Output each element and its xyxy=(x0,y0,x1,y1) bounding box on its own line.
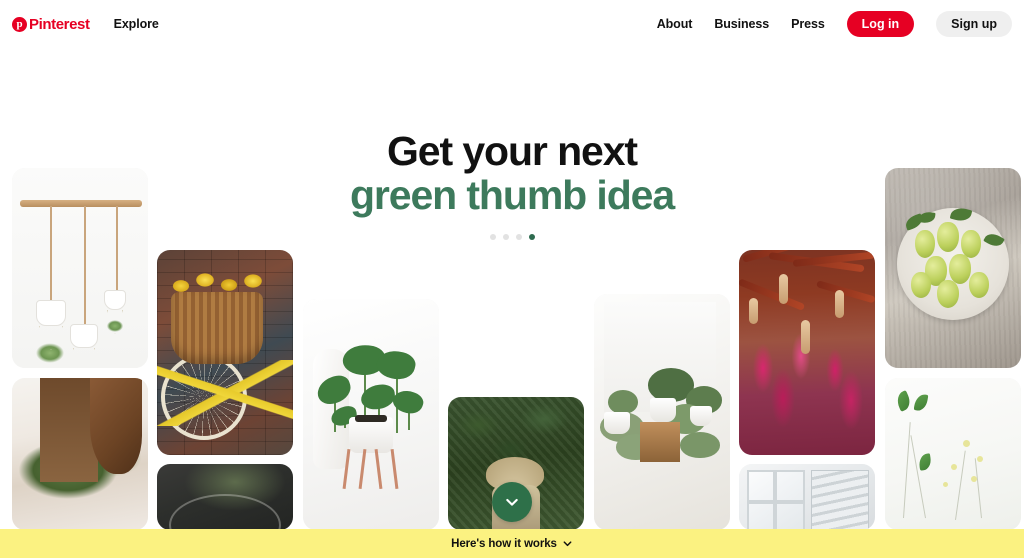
pin-image xyxy=(157,250,293,455)
primary-nav: Explore xyxy=(114,15,159,33)
monstera-plant-stand-pin[interactable] xyxy=(303,299,439,530)
scroll-down-button[interactable] xyxy=(492,482,532,522)
carousel-pagination xyxy=(0,233,1024,240)
pin-image xyxy=(303,299,439,530)
pin-image xyxy=(594,294,730,530)
secondary-nav: About Business Press Log in Sign up xyxy=(657,10,1012,38)
pin-column-5 xyxy=(594,0,730,558)
pin-image xyxy=(885,378,1021,530)
pink-flowering-grass-pin[interactable] xyxy=(739,250,875,455)
pin-column-4 xyxy=(448,0,584,558)
kale-harvest-pin[interactable] xyxy=(12,378,148,530)
pin-column-3 xyxy=(303,0,439,558)
carousel-dot-2[interactable] xyxy=(502,233,509,240)
dark-garden-pin[interactable] xyxy=(157,464,293,530)
pin-column-6 xyxy=(739,0,875,558)
chevron-down-icon xyxy=(562,538,573,549)
hanging-planters-pin[interactable] xyxy=(12,168,148,368)
indoor-plants-collection-pin[interactable] xyxy=(594,294,730,530)
pin-image xyxy=(739,250,875,455)
pin-image xyxy=(885,168,1021,368)
carousel-dot-1[interactable] xyxy=(489,233,496,240)
login-button[interactable]: Log in xyxy=(846,10,915,38)
chevron-down-icon xyxy=(506,498,518,506)
site-header: p Pinterest Explore About Business Press… xyxy=(0,0,1024,48)
how-it-works-bar[interactable]: Here's how it works xyxy=(0,529,1024,558)
nav-link-explore[interactable]: Explore xyxy=(114,17,159,31)
nav-link-business[interactable]: Business xyxy=(714,17,769,31)
yellow-bicycle-tulips-pin[interactable] xyxy=(157,250,293,455)
pinterest-landing-page: p Pinterest Explore About Business Press… xyxy=(0,0,1024,558)
pin-column-7 xyxy=(885,0,1021,558)
pinterest-logo[interactable]: p Pinterest xyxy=(12,16,90,33)
botanical-sprigs-pin[interactable] xyxy=(885,378,1021,530)
pin-image xyxy=(157,464,293,530)
green-pears-bowl-pin[interactable] xyxy=(885,168,1021,368)
nav-link-about[interactable]: About xyxy=(657,17,693,31)
pinterest-wordmark: Pinterest xyxy=(29,15,90,33)
signup-button[interactable]: Sign up xyxy=(936,10,1012,38)
pin-column-1 xyxy=(12,0,148,558)
pin-column-2 xyxy=(157,0,293,558)
pin-image xyxy=(12,168,148,368)
window-shutter-pin[interactable] xyxy=(739,464,875,530)
pin-masonry-grid xyxy=(0,0,1024,558)
carousel-dot-4[interactable] xyxy=(528,233,535,240)
pinterest-logo-icon: p xyxy=(12,16,27,32)
pin-image xyxy=(739,464,875,530)
carousel-dot-3[interactable] xyxy=(515,233,522,240)
nav-link-press[interactable]: Press xyxy=(791,17,825,31)
how-it-works-label: Here's how it works xyxy=(451,537,557,550)
pin-image xyxy=(12,378,148,530)
